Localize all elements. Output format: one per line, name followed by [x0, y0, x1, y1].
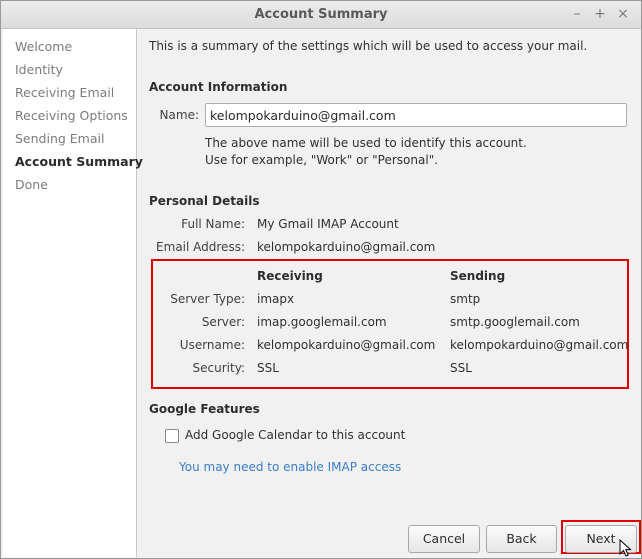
- sidebar-item-done[interactable]: Done: [15, 176, 48, 194]
- server-label: Server:: [201, 315, 245, 329]
- name-hint-line1: The above name will be used to identify …: [205, 136, 527, 150]
- google-features-heading: Google Features: [149, 402, 260, 416]
- maximize-icon[interactable]: +: [590, 5, 610, 23]
- account-info-heading: Account Information: [149, 80, 288, 94]
- window-title: Account Summary: [254, 7, 388, 22]
- sending-heading: Sending: [450, 269, 506, 283]
- personal-details-heading: Personal Details: [149, 194, 260, 208]
- account-name-input[interactable]: [205, 103, 627, 127]
- receiving-username: kelompokarduino@gmail.com: [257, 338, 436, 352]
- enable-imap-link[interactable]: You may need to enable IMAP access: [179, 460, 401, 474]
- sidebar-item-sending-email[interactable]: Sending Email: [15, 130, 104, 148]
- full-name-label: Full Name:: [181, 217, 245, 231]
- sending-server-type: smtp: [450, 292, 481, 306]
- full-name-value: My Gmail IMAP Account: [257, 217, 399, 231]
- summary-content: This is a summary of the settings which …: [137, 29, 641, 557]
- sending-server: smtp.googlemail.com: [450, 315, 580, 329]
- receiving-server: imap.googlemail.com: [257, 315, 387, 329]
- name-hint-line2: Use for example, "Work" or "Personal".: [205, 153, 439, 167]
- title-bar[interactable]: Account Summary – + ×: [1, 1, 641, 29]
- sidebar-item-welcome[interactable]: Welcome: [15, 38, 72, 56]
- sending-username: kelompokarduino@gmail.com: [450, 338, 629, 352]
- email-value: kelompokarduino@gmail.com: [257, 240, 436, 254]
- mouse-cursor-icon: [619, 539, 632, 557]
- assistant-sidebar: Welcome Identity Receiving Email Receivi…: [3, 29, 143, 557]
- email-label: Email Address:: [156, 240, 245, 254]
- sidebar-item-identity[interactable]: Identity: [15, 61, 63, 79]
- minimize-icon[interactable]: –: [567, 5, 587, 23]
- server-type-label: Server Type:: [170, 292, 245, 306]
- receiving-heading: Receiving: [257, 269, 323, 283]
- sending-security: SSL: [450, 361, 472, 375]
- cancel-button[interactable]: Cancel: [408, 525, 480, 553]
- username-label: Username:: [179, 338, 245, 352]
- close-icon[interactable]: ×: [613, 5, 633, 23]
- security-label: Security:: [192, 361, 245, 375]
- receiving-security: SSL: [257, 361, 279, 375]
- intro-text: This is a summary of the settings which …: [149, 39, 588, 53]
- sidebar-item-receiving-email[interactable]: Receiving Email: [15, 84, 114, 102]
- back-button[interactable]: Back: [486, 525, 557, 553]
- google-calendar-checkbox[interactable]: [165, 429, 179, 443]
- account-summary-window: Account Summary – + × Welcome Identity R…: [0, 0, 642, 559]
- name-label: Name:: [159, 108, 199, 122]
- sidebar-item-account-summary[interactable]: Account Summary: [15, 153, 143, 171]
- receiving-server-type: imapx: [257, 292, 295, 306]
- google-calendar-label[interactable]: Add Google Calendar to this account: [185, 428, 405, 442]
- sidebar-item-receiving-options[interactable]: Receiving Options: [15, 107, 128, 125]
